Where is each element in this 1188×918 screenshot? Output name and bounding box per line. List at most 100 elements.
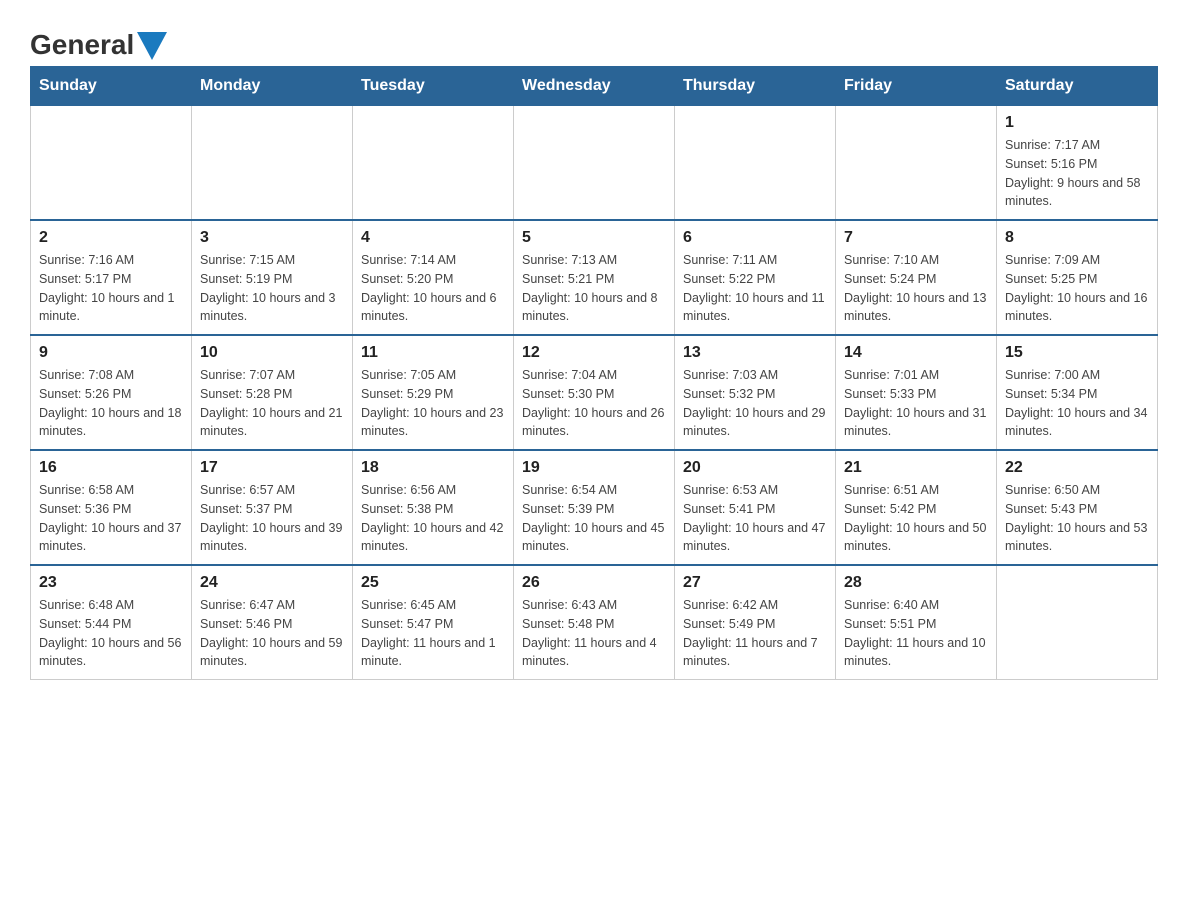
day-info: Sunrise: 6:47 AM Sunset: 5:46 PM Dayligh… — [200, 596, 344, 671]
day-info: Sunrise: 6:57 AM Sunset: 5:37 PM Dayligh… — [200, 481, 344, 556]
day-number: 15 — [1005, 344, 1149, 362]
day-info: Sunrise: 6:48 AM Sunset: 5:44 PM Dayligh… — [39, 596, 183, 671]
weekday-header-sunday: Sunday — [31, 67, 192, 106]
calendar-cell — [192, 106, 353, 221]
calendar-cell: 16 Sunrise: 6:58 AM Sunset: 5:36 PM Dayli… — [31, 450, 192, 565]
calendar-cell: 12 Sunrise: 7:04 AM Sunset: 5:30 PM Dayli… — [514, 335, 675, 450]
day-number: 7 — [844, 229, 988, 247]
day-number: 3 — [200, 229, 344, 247]
calendar-week-row: 9 Sunrise: 7:08 AM Sunset: 5:26 PM Daylig… — [31, 335, 1158, 450]
day-info: Sunrise: 7:05 AM Sunset: 5:29 PM Dayligh… — [361, 366, 505, 441]
calendar-week-row: 23 Sunrise: 6:48 AM Sunset: 5:44 PM Dayli… — [31, 565, 1158, 680]
calendar-cell: 20 Sunrise: 6:53 AM Sunset: 5:41 PM Dayli… — [675, 450, 836, 565]
day-info: Sunrise: 7:08 AM Sunset: 5:26 PM Dayligh… — [39, 366, 183, 441]
day-number: 22 — [1005, 459, 1149, 477]
day-info: Sunrise: 7:14 AM Sunset: 5:20 PM Dayligh… — [361, 251, 505, 326]
day-info: Sunrise: 7:13 AM Sunset: 5:21 PM Dayligh… — [522, 251, 666, 326]
calendar-cell: 26Sunrise: 6:43 AM Sunset: 5:48 PM Dayli… — [514, 565, 675, 680]
day-number: 12 — [522, 344, 666, 362]
weekday-header-wednesday: Wednesday — [514, 67, 675, 106]
day-number: 21 — [844, 459, 988, 477]
day-number: 8 — [1005, 229, 1149, 247]
calendar-cell: 11 Sunrise: 7:05 AM Sunset: 5:29 PM Dayli… — [353, 335, 514, 450]
weekday-header-thursday: Thursday — [675, 67, 836, 106]
calendar-week-row: 16 Sunrise: 6:58 AM Sunset: 5:36 PM Dayli… — [31, 450, 1158, 565]
logo: General — [30, 30, 167, 56]
calendar-cell: 5 Sunrise: 7:13 AM Sunset: 5:21 PM Daylig… — [514, 220, 675, 335]
calendar-cell: 24Sunrise: 6:47 AM Sunset: 5:46 PM Dayli… — [192, 565, 353, 680]
day-info: Sunrise: 7:15 AM Sunset: 5:19 PM Dayligh… — [200, 251, 344, 326]
logo-text-general: General — [30, 31, 134, 59]
calendar-cell — [836, 106, 997, 221]
page-header: General — [30, 30, 1158, 56]
calendar-cell: 17 Sunrise: 6:57 AM Sunset: 5:37 PM Dayli… — [192, 450, 353, 565]
calendar-cell: 3 Sunrise: 7:15 AM Sunset: 5:19 PM Daylig… — [192, 220, 353, 335]
day-number: 11 — [361, 344, 505, 362]
day-number: 6 — [683, 229, 827, 247]
calendar-cell: 25Sunrise: 6:45 AM Sunset: 5:47 PM Dayli… — [353, 565, 514, 680]
calendar-cell — [353, 106, 514, 221]
day-info: Sunrise: 6:56 AM Sunset: 5:38 PM Dayligh… — [361, 481, 505, 556]
day-number: 9 — [39, 344, 183, 362]
calendar-cell: 15 Sunrise: 7:00 AM Sunset: 5:34 PM Dayli… — [997, 335, 1158, 450]
calendar-cell: 27Sunrise: 6:42 AM Sunset: 5:49 PM Dayli… — [675, 565, 836, 680]
calendar-cell — [514, 106, 675, 221]
calendar-cell: 21 Sunrise: 6:51 AM Sunset: 5:42 PM Dayli… — [836, 450, 997, 565]
calendar-cell: 22 Sunrise: 6:50 AM Sunset: 5:43 PM Dayli… — [997, 450, 1158, 565]
day-number: 13 — [683, 344, 827, 362]
day-number: 26 — [522, 574, 666, 592]
calendar-cell: 13Sunrise: 7:03 AM Sunset: 5:32 PM Dayli… — [675, 335, 836, 450]
day-info: Sunrise: 6:53 AM Sunset: 5:41 PM Dayligh… — [683, 481, 827, 556]
calendar-cell — [997, 565, 1158, 680]
day-number: 5 — [522, 229, 666, 247]
day-number: 10 — [200, 344, 344, 362]
calendar-cell: 28 Sunrise: 6:40 AM Sunset: 5:51 PM Dayli… — [836, 565, 997, 680]
calendar-week-row: 2Sunrise: 7:16 AM Sunset: 5:17 PM Daylig… — [31, 220, 1158, 335]
calendar-cell — [31, 106, 192, 221]
day-info: Sunrise: 7:17 AM Sunset: 5:16 PM Dayligh… — [1005, 136, 1149, 211]
calendar-cell: 14 Sunrise: 7:01 AM Sunset: 5:33 PM Dayli… — [836, 335, 997, 450]
day-info: Sunrise: 7:07 AM Sunset: 5:28 PM Dayligh… — [200, 366, 344, 441]
day-number: 28 — [844, 574, 988, 592]
day-number: 1 — [1005, 114, 1149, 132]
day-info: Sunrise: 7:04 AM Sunset: 5:30 PM Dayligh… — [522, 366, 666, 441]
day-info: Sunrise: 6:58 AM Sunset: 5:36 PM Dayligh… — [39, 481, 183, 556]
day-number: 16 — [39, 459, 183, 477]
day-number: 20 — [683, 459, 827, 477]
weekday-header-tuesday: Tuesday — [353, 67, 514, 106]
calendar-week-row: 1 Sunrise: 7:17 AM Sunset: 5:16 PM Daylig… — [31, 106, 1158, 221]
day-info: Sunrise: 7:16 AM Sunset: 5:17 PM Dayligh… — [39, 251, 183, 326]
calendar-cell — [675, 106, 836, 221]
calendar-cell: 6 Sunrise: 7:11 AM Sunset: 5:22 PM Daylig… — [675, 220, 836, 335]
logo-icon — [137, 32, 167, 60]
day-number: 17 — [200, 459, 344, 477]
calendar-cell: 8 Sunrise: 7:09 AM Sunset: 5:25 PM Daylig… — [997, 220, 1158, 335]
day-info: Sunrise: 7:09 AM Sunset: 5:25 PM Dayligh… — [1005, 251, 1149, 326]
calendar-cell: 2Sunrise: 7:16 AM Sunset: 5:17 PM Daylig… — [31, 220, 192, 335]
day-info: Sunrise: 6:42 AM Sunset: 5:49 PM Dayligh… — [683, 596, 827, 671]
day-info: Sunrise: 7:11 AM Sunset: 5:22 PM Dayligh… — [683, 251, 827, 326]
calendar-cell: 4 Sunrise: 7:14 AM Sunset: 5:20 PM Daylig… — [353, 220, 514, 335]
day-info: Sunrise: 6:45 AM Sunset: 5:47 PM Dayligh… — [361, 596, 505, 671]
calendar-cell: 19 Sunrise: 6:54 AM Sunset: 5:39 PM Dayli… — [514, 450, 675, 565]
weekday-header-friday: Friday — [836, 67, 997, 106]
day-number: 14 — [844, 344, 988, 362]
calendar-cell: 7 Sunrise: 7:10 AM Sunset: 5:24 PM Daylig… — [836, 220, 997, 335]
calendar-table: SundayMondayTuesdayWednesdayThursdayFrid… — [30, 66, 1158, 680]
calendar-cell: 1 Sunrise: 7:17 AM Sunset: 5:16 PM Daylig… — [997, 106, 1158, 221]
day-info: Sunrise: 7:10 AM Sunset: 5:24 PM Dayligh… — [844, 251, 988, 326]
day-info: Sunrise: 7:00 AM Sunset: 5:34 PM Dayligh… — [1005, 366, 1149, 441]
day-number: 4 — [361, 229, 505, 247]
calendar-cell: 10 Sunrise: 7:07 AM Sunset: 5:28 PM Dayli… — [192, 335, 353, 450]
weekday-header-monday: Monday — [192, 67, 353, 106]
day-info: Sunrise: 6:40 AM Sunset: 5:51 PM Dayligh… — [844, 596, 988, 671]
calendar-cell: 18 Sunrise: 6:56 AM Sunset: 5:38 PM Dayli… — [353, 450, 514, 565]
day-number: 23 — [39, 574, 183, 592]
day-info: Sunrise: 6:54 AM Sunset: 5:39 PM Dayligh… — [522, 481, 666, 556]
day-number: 19 — [522, 459, 666, 477]
calendar-header-row: SundayMondayTuesdayWednesdayThursdayFrid… — [31, 67, 1158, 106]
day-number: 18 — [361, 459, 505, 477]
day-info: Sunrise: 7:01 AM Sunset: 5:33 PM Dayligh… — [844, 366, 988, 441]
day-info: Sunrise: 6:50 AM Sunset: 5:43 PM Dayligh… — [1005, 481, 1149, 556]
day-info: Sunrise: 6:51 AM Sunset: 5:42 PM Dayligh… — [844, 481, 988, 556]
